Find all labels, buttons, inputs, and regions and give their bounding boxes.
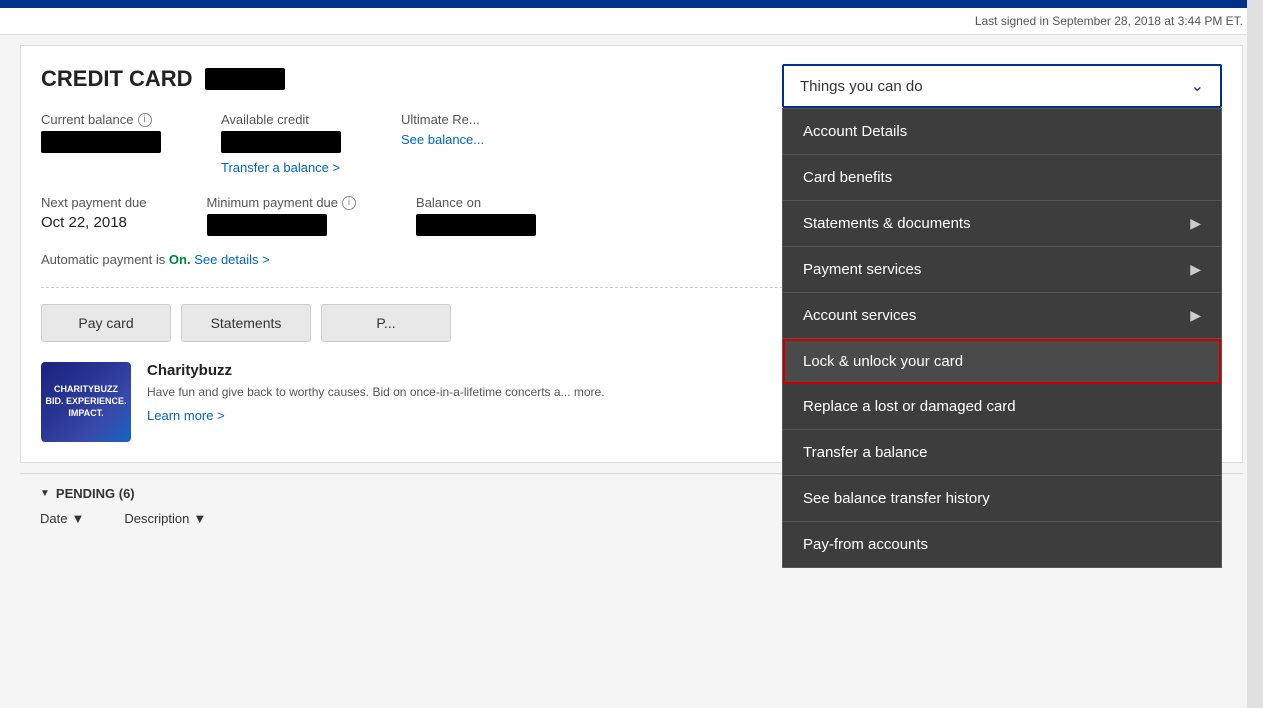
available-credit-value: [221, 131, 341, 153]
dropdown-item-label-transfer-balance: Transfer a balance: [803, 444, 928, 461]
dropdown-item-account-services[interactable]: Account services ▶: [783, 293, 1221, 339]
main-content: CREDIT CARD Current balance i Available …: [20, 45, 1243, 463]
last-signed-in: Last signed in September 28, 2018 at 3:4…: [975, 14, 1243, 28]
dropdown-item-label-replace-card: Replace a lost or damaged card: [803, 398, 1016, 415]
dropdown-menu: Account Details Card benefits Statements &…: [782, 108, 1222, 568]
next-payment-label: Next payment due: [41, 195, 147, 210]
credit-card-title: CREDIT CARD: [41, 66, 193, 92]
learn-more-link[interactable]: Learn more >: [147, 408, 225, 423]
promo-description: Have fun and give back to worthy causes.…: [147, 385, 605, 399]
dropdown-item-label-lock-unlock: Lock & unlock your card: [803, 353, 963, 370]
next-payment-value: Oct 22, 2018: [41, 214, 147, 231]
current-balance-label: Current balance i: [41, 112, 161, 127]
dropdown-item-pay-from[interactable]: Pay-from accounts: [783, 522, 1221, 567]
balance-on-block: Balance on: [416, 195, 536, 236]
see-balance-link[interactable]: See balance...: [401, 132, 484, 147]
promo-image-text: CHARITYBUZZBID. EXPERIENCE. IMPACT.: [41, 384, 131, 419]
dropdown-item-label-payment-services: Payment services: [803, 261, 921, 278]
dropdown-item-statements-docs[interactable]: Statements & documents ▶: [783, 201, 1221, 247]
dropdown-item-label-card-benefits: Card benefits: [803, 169, 892, 186]
dropdown-item-balance-history[interactable]: See balance transfer history: [783, 476, 1221, 522]
description-column-header[interactable]: Description ▼: [124, 511, 206, 526]
dropdown-item-lock-unlock[interactable]: Lock & unlock your card: [783, 339, 1221, 384]
card-number-mask: [205, 68, 285, 90]
dropdown-item-label-pay-from: Pay-from accounts: [803, 536, 928, 553]
sort-arrow-date: ▼: [71, 511, 84, 526]
promo-content: Charitybuzz Have fun and give back to wo…: [147, 362, 605, 423]
dropdown-item-label-account-details: Account Details: [803, 123, 907, 140]
pay-card-button[interactable]: Pay card: [41, 304, 171, 342]
dropdown-item-label-account-services: Account services: [803, 307, 916, 324]
triangle-icon: ▼: [40, 488, 50, 499]
header-bar: Last signed in September 28, 2018 at 3:4…: [0, 8, 1263, 35]
third-action-button[interactable]: P...: [321, 304, 451, 342]
promo-title: Charitybuzz: [147, 362, 605, 379]
auto-payment-status: On.: [169, 252, 191, 267]
ultimate-rewards-block: Ultimate Re... See balance...: [401, 112, 484, 175]
sort-arrow-description: ▼: [193, 511, 206, 526]
top-bar: [0, 0, 1263, 8]
min-payment-block: Minimum payment due i: [207, 195, 357, 236]
date-column-header[interactable]: Date ▼: [40, 511, 84, 526]
pending-title: PENDING (6): [56, 486, 135, 501]
auto-payment-prefix: Automatic payment is: [41, 252, 165, 267]
arrow-icon-payment-services: ▶: [1190, 261, 1201, 278]
scrollbar[interactable]: [1247, 0, 1263, 708]
promo-image: CHARITYBUZZBID. EXPERIENCE. IMPACT.: [41, 362, 131, 442]
current-balance-value: [41, 131, 161, 153]
next-payment-block: Next payment due Oct 22, 2018: [41, 195, 147, 236]
arrow-icon-account-services: ▶: [1190, 307, 1201, 324]
dropdown-item-card-benefits[interactable]: Card benefits: [783, 155, 1221, 201]
dropdown-item-account-details[interactable]: Account Details: [783, 109, 1221, 155]
dropdown-item-label-statements-docs: Statements & documents: [803, 215, 971, 232]
dropdown-trigger-label: Things you can do: [800, 78, 923, 95]
info-icon-balance[interactable]: i: [138, 113, 152, 127]
statements-button[interactable]: Statements: [181, 304, 311, 342]
min-payment-label: Minimum payment due i: [207, 195, 357, 210]
available-credit-label: Available credit: [221, 112, 341, 127]
balance-on-label: Balance on: [416, 195, 536, 210]
dropdown-item-transfer-balance[interactable]: Transfer a balance: [783, 430, 1221, 476]
current-balance-block: Current balance i: [41, 112, 161, 175]
transfer-balance-link[interactable]: Transfer a balance >: [221, 160, 340, 175]
dropdown-item-replace-card[interactable]: Replace a lost or damaged card: [783, 384, 1221, 430]
chevron-down-icon: ⌄: [1191, 76, 1204, 96]
auto-payment-details-link[interactable]: See details >: [194, 252, 270, 267]
arrow-icon-statements-docs: ▶: [1190, 215, 1201, 232]
info-icon-min[interactable]: i: [342, 196, 356, 210]
dropdown-trigger[interactable]: Things you can do ⌄: [782, 64, 1222, 108]
dropdown-item-label-balance-history: See balance transfer history: [803, 490, 990, 507]
min-payment-value: [207, 214, 327, 236]
available-credit-block: Available credit Transfer a balance >: [221, 112, 341, 175]
dropdown-container: Things you can do ⌄ Account DetailsCard …: [782, 64, 1222, 108]
dropdown-item-payment-services[interactable]: Payment services ▶: [783, 247, 1221, 293]
ultimate-rewards-label: Ultimate Re...: [401, 112, 484, 127]
balance-on-value: [416, 214, 536, 236]
